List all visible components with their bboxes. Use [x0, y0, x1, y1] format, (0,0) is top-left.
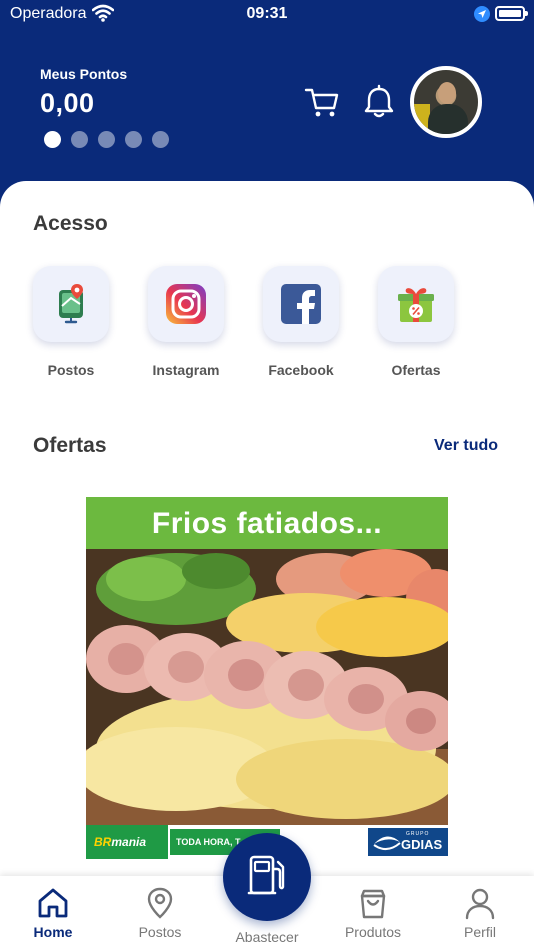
points-label: Meus Pontos: [40, 66, 128, 82]
avatar[interactable]: [410, 66, 482, 138]
user-icon: [465, 888, 495, 920]
gdias-logo-text: GDIAS: [401, 837, 443, 852]
carousel-dot[interactable]: [152, 131, 169, 148]
carousel-indicator[interactable]: [44, 131, 169, 148]
access-label: Ofertas: [391, 362, 441, 378]
carousel-dot[interactable]: [44, 131, 61, 148]
battery-icon: [495, 6, 528, 21]
carousel-dot[interactable]: [98, 131, 115, 148]
tab-label: Home: [33, 924, 73, 940]
access-tile[interactable]: [378, 266, 454, 342]
tab-postos[interactable]: Postos: [115, 886, 205, 940]
gdias-mark-icon: [373, 836, 401, 850]
access-item-ofertas[interactable]: Ofertas: [366, 266, 466, 378]
abastecer-button[interactable]: [223, 833, 311, 921]
ofertas-section-title: Ofertas: [33, 434, 107, 457]
access-label: Postos: [47, 362, 95, 378]
tab-label: Produtos: [344, 924, 402, 940]
cold-cuts-image: [86, 549, 448, 825]
see-all-link[interactable]: Ver tudo: [434, 437, 498, 455]
location-pin-icon: [147, 887, 173, 919]
access-tile[interactable]: [148, 266, 224, 342]
carousel-dot[interactable]: [71, 131, 88, 148]
acesso-section-title: Acesso: [33, 212, 108, 235]
tab-produtos[interactable]: Produtos: [328, 886, 418, 940]
instagram-icon: [166, 284, 206, 324]
banner-header: Frios fatiados...: [86, 497, 448, 549]
avatar-face: [438, 82, 456, 104]
fuel-pump-icon: [247, 855, 285, 895]
status-time: 09:31: [246, 5, 288, 22]
map-pin-icon: [59, 284, 83, 324]
tab-perfil[interactable]: Perfil: [435, 886, 525, 940]
access-item-postos[interactable]: Postos: [21, 266, 121, 378]
banner-title: Frios fatiados...: [151, 507, 383, 540]
gdias-logo: GRUPO GDIAS: [368, 828, 448, 856]
tab-abastecer-label[interactable]: Abastecer: [207, 929, 327, 945]
tab-label: Perfil: [464, 924, 496, 940]
status-bar: Operadora 09:31: [0, 0, 534, 30]
points-value: 0,00: [40, 88, 95, 118]
location-arrow-icon: [474, 6, 490, 22]
access-tile[interactable]: [33, 266, 109, 342]
brmania-logo: BRmania: [86, 825, 168, 859]
carousel-dot[interactable]: [125, 131, 142, 148]
gift-icon: [398, 288, 434, 322]
tab-home[interactable]: Home: [8, 886, 98, 940]
bell-icon[interactable]: [362, 84, 396, 120]
avatar-figure: [428, 104, 468, 134]
access-tile[interactable]: [263, 266, 339, 342]
access-label: Facebook: [268, 362, 334, 378]
shopping-bag-icon: [360, 889, 386, 919]
offer-banner[interactable]: Frios fatiados... BRmania TODA HORA, T G…: [86, 497, 448, 859]
access-label: Instagram: [152, 362, 220, 378]
facebook-icon: [281, 284, 321, 324]
access-item-facebook[interactable]: Facebook: [251, 266, 351, 378]
cart-icon[interactable]: [304, 84, 340, 120]
access-item-instagram[interactable]: Instagram: [136, 266, 236, 378]
tab-label: Postos: [138, 924, 182, 940]
home-icon: [38, 888, 68, 918]
